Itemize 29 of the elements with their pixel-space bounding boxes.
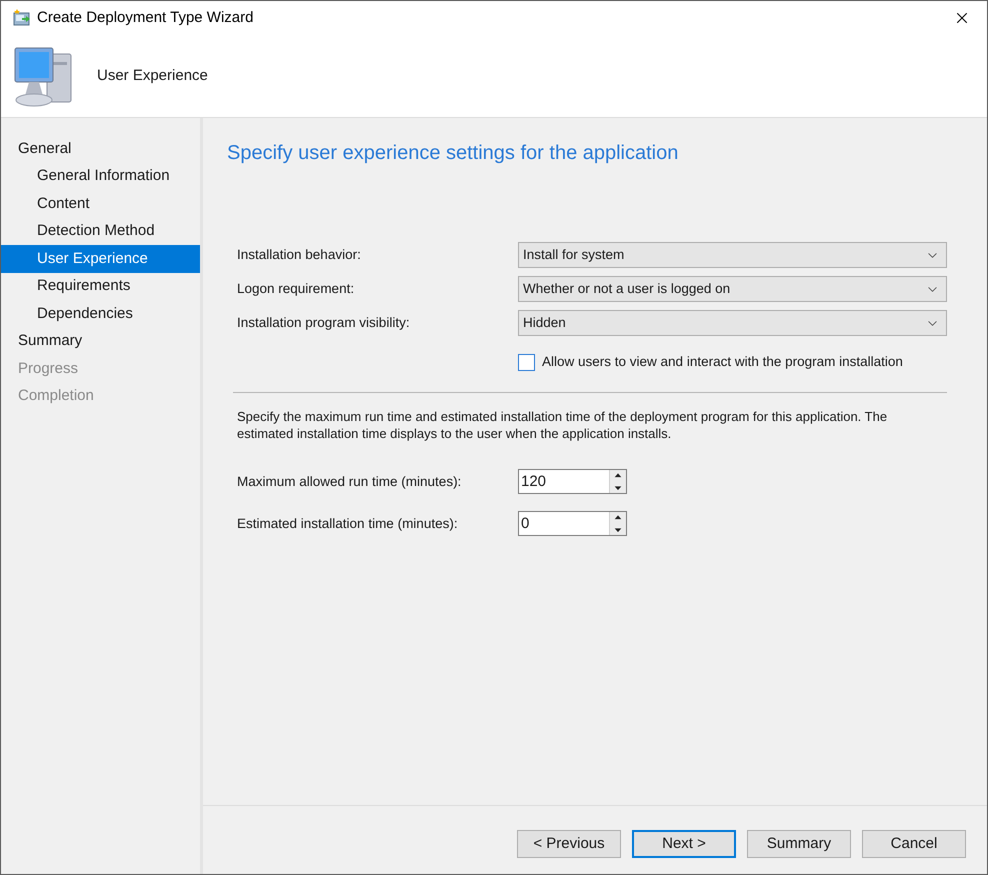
window-title: Create Deployment Type Wizard <box>37 8 254 28</box>
field-label: Installation behavior: <box>237 246 362 264</box>
page-title: User Experience <box>97 66 208 86</box>
wizard-icon <box>13 9 31 27</box>
wizard-button[interactable]: Next > <box>632 830 736 858</box>
wizard-button[interactable]: < Previous <box>517 830 621 858</box>
wizard-button[interactable]: Summary <box>747 830 851 858</box>
sidebar-item[interactable]: Detection Method <box>1 218 200 245</box>
dropdown[interactable]: Hidden <box>518 310 947 336</box>
checkbox[interactable] <box>518 354 535 371</box>
dropdown[interactable]: Install for system <box>518 242 947 268</box>
field-label: Estimated installation time (minutes): <box>237 514 459 533</box>
checkbox-label: Allow users to view and interact with the program installation <box>542 353 903 371</box>
sidebar-item[interactable]: Dependencies <box>1 300 200 328</box>
page-heading: Specify user experience settings for the application <box>227 141 680 166</box>
sidebar-item[interactable]: Content <box>1 190 200 218</box>
field-label: Installation program visibility: <box>237 314 411 332</box>
sidebar-item[interactable]: Summary <box>1 328 200 355</box>
field-label: Maximum allowed run time (minutes): <box>237 472 462 491</box>
description-text: Specify the maximum run time and estimated installation time of the deployment program for this application. The estimated installation time displays to the user when the application installs. <box>236 408 888 442</box>
sidebar-item[interactable]: General <box>1 135 200 162</box>
number-spinner[interactable]: 120 <box>518 469 627 494</box>
sidebar-item[interactable]: General Information <box>1 162 200 190</box>
sidebar-item[interactable]: Requirements <box>1 272 200 300</box>
dropdown[interactable]: Whether or not a user is logged on <box>518 276 947 302</box>
sidebar-item[interactable]: User Experience <box>1 245 200 272</box>
wizard-button[interactable]: Cancel <box>862 830 966 858</box>
field-label: Logon requirement: <box>237 280 356 298</box>
number-spinner[interactable]: 0 <box>518 511 627 536</box>
